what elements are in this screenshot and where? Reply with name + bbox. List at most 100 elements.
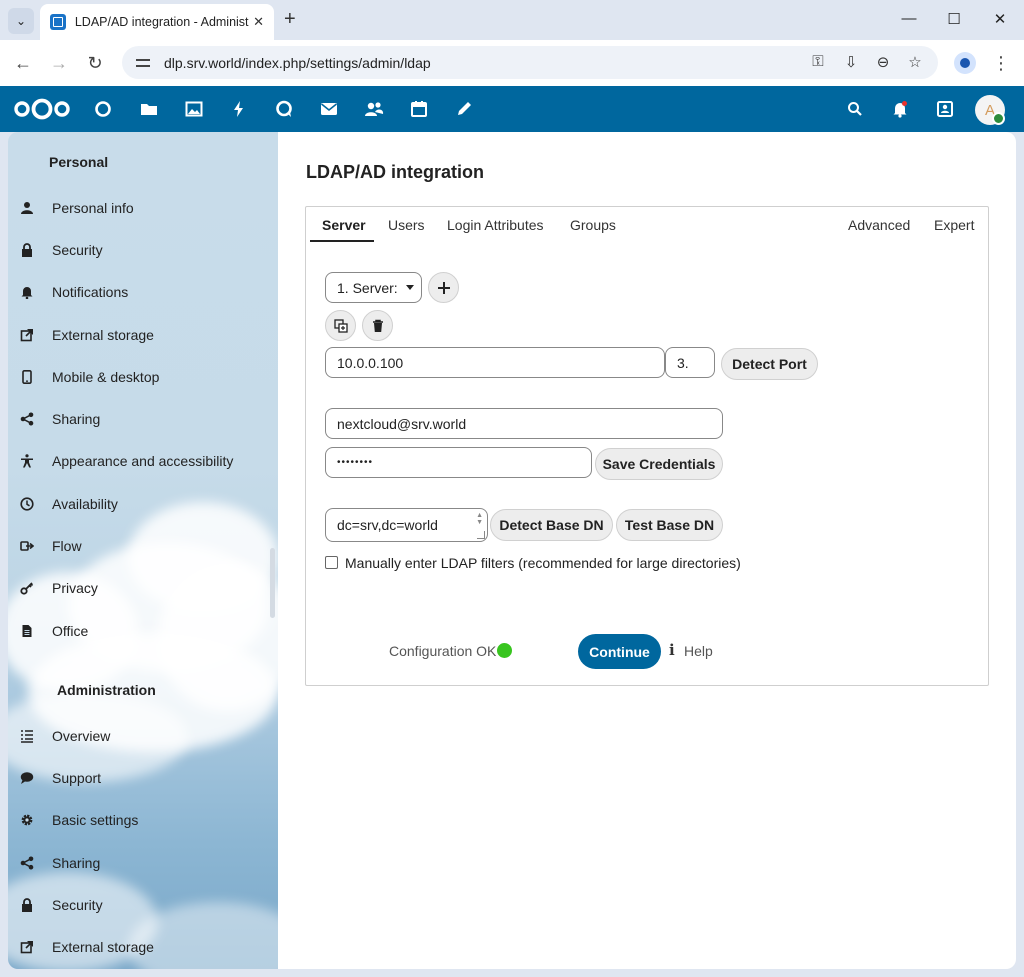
back-arrow-icon[interactable]: ← (12, 53, 34, 73)
zoom-icon[interactable]: ⊖ (873, 53, 893, 71)
tab-login-attributes[interactable]: Login Attributes (447, 217, 544, 233)
test-base-dn-button[interactable]: Test Base DN (616, 509, 723, 541)
browser-tab[interactable]: LDAP/AD integration - Administ ✕ (40, 4, 274, 40)
flow-icon (20, 539, 34, 553)
url-text[interactable]: dlp.srv.world/index.php/settings/admin/l… (164, 55, 431, 71)
sidebar-item-security[interactable]: Security (18, 230, 268, 270)
share-icon (20, 856, 34, 870)
photos-icon[interactable] (184, 99, 204, 119)
mail-icon[interactable] (319, 99, 339, 119)
notes-pencil-icon[interactable] (454, 99, 474, 119)
user-dn-input[interactable]: nextcloud@srv.world (325, 408, 723, 439)
detect-base-dn-button[interactable]: Detect Base DN (490, 509, 613, 541)
sidebar-item-admin-external-storage[interactable]: External storage (18, 927, 268, 967)
ldap-host-input[interactable]: 10.0.0.100 (325, 347, 665, 378)
sidebar-item-admin-sharing[interactable]: Sharing (18, 843, 268, 883)
save-credentials-button[interactable]: Save Credentials (595, 448, 723, 480)
add-configuration-button[interactable] (428, 272, 459, 303)
copy-configuration-button[interactable] (325, 310, 356, 341)
sidebar-item-label: Security (52, 242, 103, 258)
sidebar-item-office[interactable]: Office (18, 611, 268, 651)
info-icon[interactable]: i (669, 641, 675, 659)
base-dn-value: dc=srv,dc=world (337, 517, 438, 533)
sidebar-item-personal-info[interactable]: Personal info (18, 188, 268, 228)
talk-icon[interactable] (274, 99, 294, 119)
sidebar-item-basic-settings[interactable]: Basic settings (18, 800, 268, 840)
key-icon (20, 581, 34, 595)
sidebar-item-availability[interactable]: Availability (18, 484, 268, 524)
tab-users[interactable]: Users (388, 217, 425, 233)
password-input[interactable]: •••••••• (325, 447, 592, 478)
maximize-window-icon[interactable]: ☐ (944, 10, 964, 28)
sidebar-item-privacy[interactable]: Privacy (18, 568, 268, 608)
sidebar-item-external-storage[interactable]: External storage (18, 315, 268, 355)
base-dn-textarea[interactable]: dc=srv,dc=world ▲ ▼ (325, 508, 488, 542)
continue-button[interactable]: Continue (578, 634, 661, 669)
browser-toolbar: ← → ↻ dlp.srv.world/index.php/settings/a… (0, 40, 1024, 86)
address-bar[interactable]: dlp.srv.world/index.php/settings/admin/l… (122, 46, 938, 79)
sidebar-item-label: External storage (52, 939, 154, 955)
document-icon (20, 624, 34, 638)
caret-down-icon (405, 285, 414, 290)
manual-ldap-filters-checkbox[interactable] (325, 556, 338, 569)
activity-bolt-icon[interactable] (229, 99, 249, 119)
contacts-icon[interactable] (364, 99, 384, 119)
sidebar-item-support[interactable]: Support (18, 758, 268, 798)
sidebar-item-mobile-desktop[interactable]: Mobile & desktop (18, 357, 268, 397)
server-configuration-select[interactable]: 1. Server: (325, 272, 422, 303)
sidebar-item-label: Basic settings (52, 812, 139, 828)
sidebar-item-appearance[interactable]: Appearance and accessibility (18, 441, 268, 481)
sidebar-item-label: Availability (52, 496, 118, 512)
reload-icon[interactable]: ↻ (84, 53, 106, 73)
delete-configuration-button[interactable] (362, 310, 393, 341)
nextcloud-header (0, 86, 1024, 132)
sidebar-item-sharing[interactable]: Sharing (18, 399, 268, 439)
detect-port-button[interactable]: Detect Port (721, 348, 818, 380)
tab-advanced[interactable]: Advanced (848, 217, 910, 233)
search-icon[interactable] (845, 99, 865, 119)
calendar-icon[interactable] (409, 99, 429, 119)
tab-close-icon[interactable]: ✕ (253, 14, 264, 30)
dashboard-icon[interactable] (93, 99, 113, 119)
plus-icon (437, 281, 450, 294)
password-key-icon[interactable]: ⚿ (808, 53, 828, 70)
browser-profile-icon[interactable] (954, 52, 976, 74)
notifications-bell-icon[interactable] (890, 99, 910, 119)
browser-menu-icon[interactable]: ⋮ (992, 52, 1010, 74)
forward-arrow-icon[interactable]: → (48, 53, 70, 73)
bookmark-star-icon[interactable]: ☆ (905, 53, 925, 71)
sidebar-item-admin-security[interactable]: Security (18, 885, 268, 925)
online-status-indicator (992, 112, 1005, 125)
minimize-window-icon[interactable]: — (899, 10, 919, 27)
server-select-value: 1. Server: (337, 279, 398, 296)
install-app-icon[interactable]: ⇩ (841, 53, 861, 71)
sidebar-item-notifications[interactable]: Notifications (18, 272, 268, 312)
active-tab-indicator (310, 240, 374, 242)
new-tab-icon[interactable]: + (284, 9, 296, 29)
bell-icon (20, 285, 34, 299)
tab-expert[interactable]: Expert (934, 217, 974, 233)
help-link[interactable]: Help (684, 643, 713, 659)
tab-server[interactable]: Server (322, 217, 366, 233)
sidebar-scrollbar[interactable] (270, 548, 275, 618)
resize-handle-icon[interactable] (477, 531, 485, 539)
sidebar-item-label: External storage (52, 327, 154, 343)
tab-search-chevron-icon[interactable]: ⌄ (8, 8, 34, 34)
close-window-icon[interactable]: ✕ (990, 10, 1010, 28)
page-title: LDAP/AD integration (306, 162, 484, 182)
lock-icon (20, 898, 34, 912)
external-link-icon (20, 328, 34, 342)
sidebar-item-flow[interactable]: Flow (18, 526, 268, 566)
trash-icon (372, 319, 383, 332)
tab-groups[interactable]: Groups (570, 217, 616, 233)
browser-tab-bar: ⌄ LDAP/AD integration - Administ ✕ + — ☐… (0, 0, 1024, 40)
manual-ldap-filters-label[interactable]: Manually enter LDAP filters (recommended… (345, 555, 741, 571)
configuration-status-text: Configuration OK (389, 643, 497, 659)
sidebar-item-label: Flow (52, 538, 82, 554)
site-info-icon[interactable] (134, 54, 152, 72)
ldap-port-input[interactable]: 3. (665, 347, 715, 378)
sidebar-item-overview[interactable]: Overview (18, 716, 268, 756)
nextcloud-logo-icon[interactable] (14, 98, 70, 120)
files-folder-icon[interactable] (139, 99, 159, 119)
contacts-menu-icon[interactable] (935, 99, 955, 119)
